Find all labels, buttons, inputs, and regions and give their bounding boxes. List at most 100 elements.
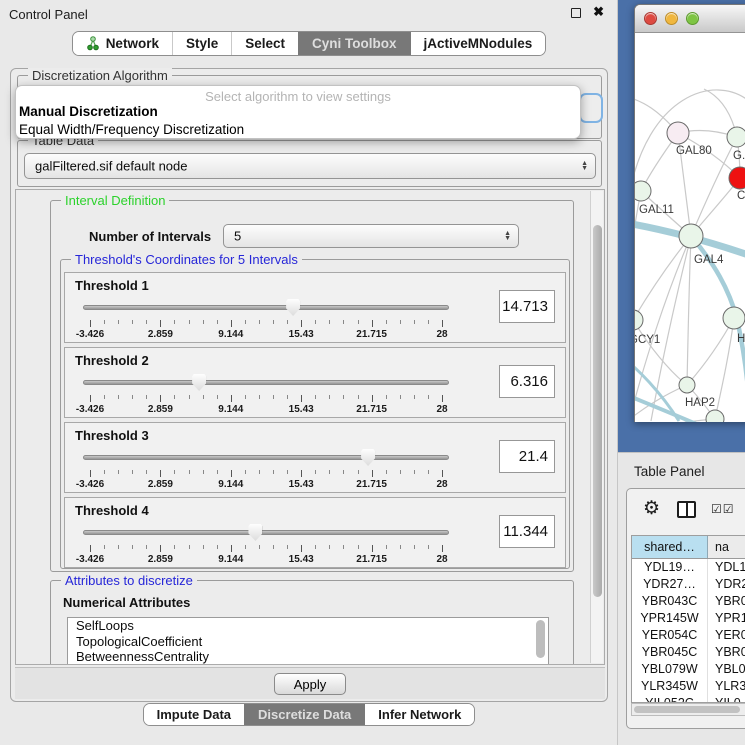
- algorithm-combobox[interactable]: [579, 93, 603, 123]
- list-scrollbar[interactable]: [536, 620, 546, 664]
- minimize-light[interactable]: [665, 12, 678, 25]
- network-node-g[interactable]: [727, 127, 745, 147]
- network-canvas[interactable]: GAL80G.CGAL11GAL4GCY1HHAP2: [635, 33, 745, 422]
- column-header-shared-name[interactable]: shared…: [632, 536, 708, 558]
- cell: YDR27…: [632, 576, 708, 593]
- slider: -3.4262.8599.14415.4321.71528: [83, 297, 449, 341]
- node-label: G.: [733, 150, 745, 162]
- table-toolbar: ⚙ ☑☑: [627, 489, 745, 533]
- gear-icon[interactable]: ⚙: [643, 497, 660, 520]
- tab-cyni-toolbox[interactable]: Cyni Toolbox: [298, 32, 410, 55]
- slider-track[interactable]: [83, 455, 449, 460]
- network-node-node[interactable]: [706, 410, 724, 422]
- tab-jactivemnodules[interactable]: jActiveMNodules: [410, 32, 546, 55]
- tick-label: 9.144: [218, 554, 243, 565]
- cell: YER0: [708, 627, 745, 644]
- zoom-light[interactable]: [686, 12, 699, 25]
- network-node-gcy1[interactable]: [635, 310, 643, 330]
- slider-track[interactable]: [83, 380, 449, 385]
- table-row[interactable]: YPR145WYPR1: [632, 610, 745, 627]
- cell: YBL0: [708, 661, 745, 678]
- attribute-item-selfloops[interactable]: SelfLoops: [68, 618, 548, 634]
- slider-handle[interactable]: [248, 524, 262, 541]
- network-window-titlebar[interactable]: [635, 5, 745, 33]
- network-node-gal80[interactable]: [667, 122, 689, 144]
- attribute-item-topologicalcoefficient[interactable]: TopologicalCoefficient: [68, 634, 548, 650]
- tick-label: -3.426: [76, 554, 104, 565]
- slider-ticks: [90, 395, 442, 403]
- threshold-label: Threshold 2: [75, 353, 149, 368]
- network-node-gal4[interactable]: [679, 224, 703, 248]
- tab-infer-network[interactable]: Infer Network: [364, 704, 474, 725]
- cell: YPR145W: [632, 610, 708, 627]
- tick-label: -3.426: [76, 329, 104, 340]
- slider-handle[interactable]: [361, 449, 375, 466]
- tab-label: Style: [186, 36, 218, 51]
- table-row[interactable]: YDR27…YDR2: [632, 576, 745, 593]
- table-horizontal-scrollbar[interactable]: [631, 703, 745, 716]
- table-row[interactable]: YBL079WYBL0: [632, 661, 745, 678]
- threshold-value-field[interactable]: 11.344: [499, 515, 555, 548]
- cell: YBR0: [708, 644, 745, 661]
- tick-label: 15.43: [289, 329, 314, 340]
- number-of-intervals-combobox[interactable]: 5 ▲▼: [223, 224, 519, 248]
- close-icon[interactable]: ✖: [593, 4, 604, 20]
- thresholds-group: Threshold's Coordinates for 5 Intervals …: [60, 259, 570, 569]
- attribute-item-betweennesscentrality[interactable]: BetweennessCentrality: [68, 649, 548, 665]
- slider-track[interactable]: [83, 530, 449, 535]
- cell: YBR045C: [632, 644, 708, 661]
- close-light[interactable]: [644, 12, 657, 25]
- network-node-hap2[interactable]: [679, 377, 695, 393]
- numerical-attributes-list[interactable]: SelfLoopsTopologicalCoefficientBetweenne…: [67, 617, 549, 665]
- dropdown-hint: Select algorithm to view settings: [16, 86, 580, 103]
- tick-label: 2.859: [148, 329, 173, 340]
- settings-vertical-scrollbar[interactable]: [590, 191, 603, 663]
- threshold-label: Threshold 3: [75, 428, 149, 443]
- slider-tick-labels: -3.4262.8599.14415.4321.71528: [90, 554, 442, 566]
- slider-ticks: [90, 545, 442, 553]
- network-edge: [687, 236, 691, 385]
- table-data-combobox[interactable]: galFiltered.sif default node ▲▼: [24, 153, 596, 179]
- tick-label: 21.715: [356, 479, 387, 490]
- threshold-panel-1: Threshold 1-3.4262.8599.14415.4321.71528…: [64, 272, 566, 343]
- slider-handle[interactable]: [192, 374, 206, 391]
- network-node-h[interactable]: [723, 307, 745, 329]
- slider-track[interactable]: [83, 305, 449, 310]
- table-row[interactable]: YLR345WYLR3: [632, 678, 745, 695]
- split-columns-icon[interactable]: [677, 501, 696, 518]
- threshold-value-field[interactable]: 6.316: [499, 365, 555, 398]
- tick-label: -3.426: [76, 404, 104, 415]
- node-label: GAL11: [639, 204, 674, 216]
- slider-handle[interactable]: [286, 299, 300, 316]
- dropdown-option-manual-discretization[interactable]: Manual Discretization: [16, 103, 580, 121]
- column-header-name[interactable]: na: [708, 536, 745, 558]
- node-table-box: ⚙ ☑☑ shared…na YDL19…YDL1YDR27…YDR2YBR04…: [626, 488, 745, 729]
- float-window-icon[interactable]: [571, 8, 581, 18]
- table-row[interactable]: YBR043CYBR0: [632, 593, 745, 610]
- node-label: HAP2: [685, 397, 715, 409]
- slider: -3.4262.8599.14415.4321.71528: [83, 522, 449, 566]
- table-row[interactable]: YIL052CYIL0: [632, 695, 745, 703]
- threshold-value-field[interactable]: 21.4: [499, 440, 555, 473]
- tab-select[interactable]: Select: [231, 32, 298, 55]
- tab-style[interactable]: Style: [172, 32, 231, 55]
- tab-impute-data[interactable]: Impute Data: [144, 704, 244, 725]
- table-row[interactable]: YDL19…YDL1: [632, 559, 745, 576]
- tab-label: Discretize Data: [258, 707, 351, 722]
- tab-discretize-data[interactable]: Discretize Data: [244, 704, 364, 725]
- table-row[interactable]: YER054CYER0: [632, 627, 745, 644]
- threshold-value-field[interactable]: 14.713: [499, 290, 555, 323]
- cell: YBR043C: [632, 593, 708, 610]
- table-panel: Table Panel ⚙ ☑☑ shared…na YDL19…YDL1YDR…: [618, 452, 745, 745]
- tab-network[interactable]: Network: [73, 32, 172, 55]
- network-node-gal11[interactable]: [635, 181, 651, 201]
- tick-label: 21.715: [356, 329, 387, 340]
- table-row[interactable]: YBR045CYBR0: [632, 644, 745, 661]
- dropdown-option-equal-width-frequency[interactable]: Equal Width/Frequency Discretization: [16, 121, 580, 139]
- tick-label: 15.43: [289, 554, 314, 565]
- desktop-background: GAL80G.CGAL11GAL4GCY1HHAP2: [618, 0, 745, 452]
- tab-label: jActiveMNodules: [424, 36, 533, 51]
- select-columns-checkboxes-icon[interactable]: ☑☑: [711, 502, 735, 516]
- tick-label: 9.144: [218, 479, 243, 490]
- apply-button[interactable]: Apply: [274, 673, 346, 695]
